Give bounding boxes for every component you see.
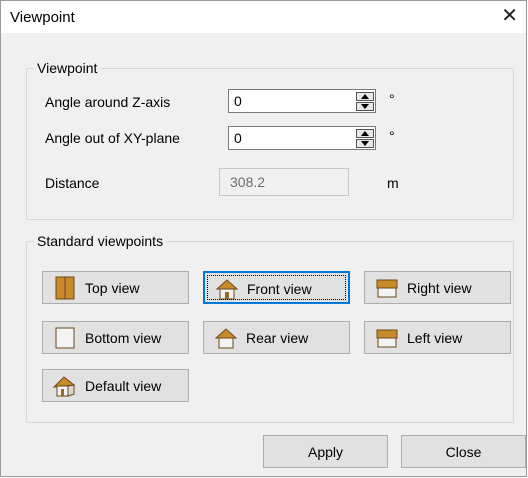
left-view-button[interactable]: Left view xyxy=(364,321,511,354)
z-angle-increment-icon[interactable] xyxy=(356,92,374,101)
viewpoint-group: Viewpoint Angle around Z-axis 0 ° Angle … xyxy=(26,60,514,220)
bottom-view-button[interactable]: Bottom view xyxy=(42,321,189,354)
top-view-label: Top view xyxy=(85,280,140,296)
bottom-view-icon xyxy=(55,327,75,349)
front-view-icon xyxy=(215,279,239,300)
rear-view-button[interactable]: Rear view xyxy=(203,321,350,354)
viewpoint-group-label: Viewpoint xyxy=(34,60,101,76)
bottom-view-label: Bottom view xyxy=(85,330,162,346)
right-view-label: Right view xyxy=(407,280,472,296)
apply-label: Apply xyxy=(307,444,344,460)
left-view-label: Left view xyxy=(407,330,463,346)
z-angle-spinner[interactable] xyxy=(356,91,374,111)
front-view-button[interactable]: Front view xyxy=(203,271,350,304)
close-label: Close xyxy=(445,444,482,460)
right-view-button[interactable]: Right view xyxy=(364,271,511,304)
xy-angle-label: Angle out of XY-plane xyxy=(45,130,180,146)
window-title: Viewpoint xyxy=(10,9,75,26)
default-view-icon xyxy=(53,376,76,397)
z-angle-value: 0 xyxy=(234,93,242,109)
viewpoint-dialog: Viewpoint ✕ Viewpoint Angle around Z-axi… xyxy=(0,0,527,477)
xy-angle-increment-icon[interactable] xyxy=(356,129,374,138)
left-view-icon xyxy=(376,329,398,348)
rear-view-label: Rear view xyxy=(246,330,309,346)
z-angle-label: Angle around Z-axis xyxy=(45,94,171,110)
xy-angle-spinner[interactable] xyxy=(356,128,374,148)
distance-label: Distance xyxy=(45,175,100,191)
z-angle-unit: ° xyxy=(389,91,395,107)
z-angle-decrement-icon[interactable] xyxy=(356,102,374,111)
standard-viewpoints-label: Standard viewpoints xyxy=(34,233,167,249)
close-window-icon[interactable]: ✕ xyxy=(501,5,518,27)
default-view-label: Default view xyxy=(85,378,162,394)
apply-button[interactable]: Apply xyxy=(263,435,388,468)
xy-angle-decrement-icon[interactable] xyxy=(356,139,374,148)
title-bar: Viewpoint ✕ xyxy=(1,1,526,33)
right-view-icon xyxy=(376,279,398,298)
rear-view-icon xyxy=(214,328,238,349)
distance-unit: m xyxy=(387,175,399,191)
top-view-icon xyxy=(55,276,75,300)
top-view-button[interactable]: Top view xyxy=(42,271,189,304)
default-view-button[interactable]: Default view xyxy=(42,369,189,402)
xy-angle-input[interactable]: 0 xyxy=(228,126,376,150)
z-angle-input[interactable]: 0 xyxy=(228,89,376,113)
front-view-label: Front view xyxy=(247,281,312,297)
distance-value: 308.2 xyxy=(230,174,266,190)
xy-angle-unit: ° xyxy=(389,128,395,144)
close-button[interactable]: Close xyxy=(401,435,526,468)
distance-field: 308.2 xyxy=(219,168,349,196)
xy-angle-value: 0 xyxy=(234,130,242,146)
